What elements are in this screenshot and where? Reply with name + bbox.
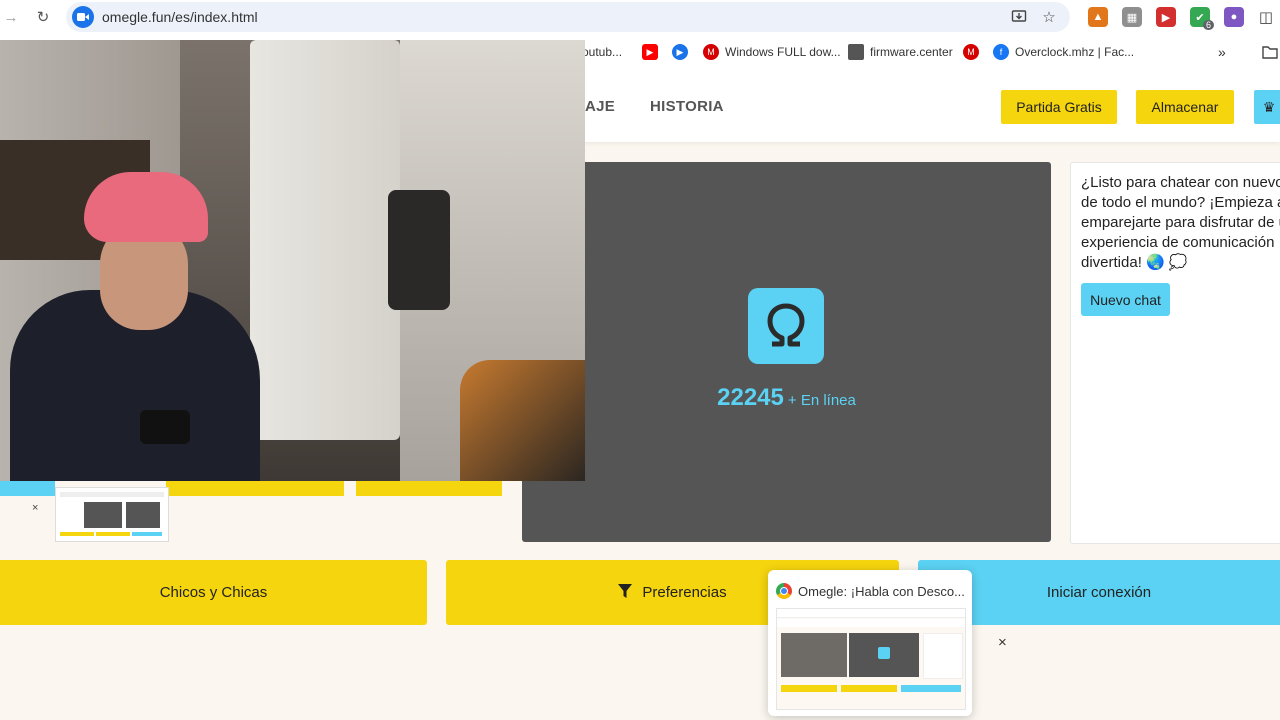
camera-speaker [388,190,450,310]
online-counter: 22245 + En línea [522,384,1051,412]
all-bookmarks-folder-icon[interactable] [1262,42,1278,62]
window-preview-header: Omegle: ¡Habla con Desco... [776,582,966,600]
play-icon: ▶ [672,44,688,60]
video-extension-icon[interactable]: ▶ [1156,7,1176,27]
partial-yellow-strip [166,481,344,496]
online-count: 22245 [717,384,784,411]
partial-blue-strip [0,481,55,496]
folder-icon [848,44,864,60]
mini-close-icon[interactable]: × [32,502,38,514]
premium-crown-button[interactable]: ♛ [1254,90,1280,124]
bookmark-item[interactable]: f Overclock.mhz | Fac... [993,42,1134,62]
nav-link-history[interactable]: HISTORIA [650,98,724,115]
connect-label: Iniciar conexión [1046,584,1152,601]
metamask-extension-icon[interactable]: ▲ [1088,7,1108,27]
camera-person-cap [84,172,208,242]
online-label: + En línea [787,392,856,409]
facebook-icon: f [993,44,1009,60]
nav-link-partial[interactable]: AJE [585,98,615,115]
extensions-puzzle-icon[interactable]: ◫ [1256,7,1276,27]
window-preview[interactable]: Omegle: ¡Habla con Desco... [768,570,972,716]
site-camera-icon[interactable] [72,6,94,28]
gender-label: Chicos y Chicas [159,584,268,601]
crown-icon: ♛ [1262,98,1276,115]
bookmark-item[interactable]: M [963,42,985,62]
reload-icon[interactable]: ↻ [32,6,54,28]
start-connection-button[interactable]: Iniciar conexión [918,560,1280,625]
address-bar[interactable]: omegle.fun/es/index.html ☆ [66,2,1070,32]
free-match-button[interactable]: Partida Gratis [1001,90,1117,124]
bookmark-item[interactable]: M Windows FULL dow... [703,42,841,62]
self-camera-feed [0,40,585,481]
bookmark-item[interactable]: firmware.center [848,42,953,62]
install-app-icon[interactable] [1008,6,1030,28]
camera-fridge [250,40,400,440]
stranger-video-panel: 22245 + En línea [522,162,1051,542]
filter-icon [618,583,633,602]
bookmark-star-icon[interactable]: ☆ [1038,6,1060,28]
back-icon[interactable]: → [0,6,22,28]
welcome-message: ¿Listo para chatear con nuevos de todo e… [1081,174,1280,271]
omega-logo-icon [748,288,824,364]
bookmark-item[interactable]: ▶ [672,42,694,62]
new-chat-button[interactable]: Nuevo chat [1081,283,1170,316]
window-preview-thumbnail [776,608,966,710]
mega-icon: M [963,44,979,60]
mega-icon: M [703,44,719,60]
extension-badge: 6 [1202,20,1214,30]
more-bookmarks-icon[interactable]: » [1218,42,1226,62]
window-preview-title: Omegle: ¡Habla con Desco... [798,583,965,599]
chrome-icon [776,583,792,599]
gender-select-button[interactable]: Chicos y Chicas [0,560,427,625]
camera-chair [460,360,585,481]
browser-toolbar: → ↻ omegle.fun/es/index.html ☆ ▲ ▦ ▶ ✔ 6 … [0,0,1280,34]
bookmark-item[interactable]: ▶ [642,42,664,62]
youtube-icon: ▶ [642,44,658,60]
store-button[interactable]: Almacenar [1136,90,1234,124]
ai-extension-icon[interactable]: ● [1224,7,1244,27]
mini-page-thumbnail [55,487,169,542]
window-preview-close-icon[interactable]: × [998,634,1007,651]
bookmark-item[interactable]: outub... [582,42,622,62]
url-text: omegle.fun/es/index.html [102,9,258,25]
partial-yellow-strip [356,481,502,496]
camera-phone [140,410,190,444]
shield-extension-icon[interactable]: ✔ 6 [1190,7,1214,30]
extension-grid-icon[interactable]: ▦ [1122,7,1142,27]
chat-panel: ¿Listo para chatear con nuevos de todo e… [1070,162,1280,544]
preferences-label: Preferencias [642,584,727,601]
